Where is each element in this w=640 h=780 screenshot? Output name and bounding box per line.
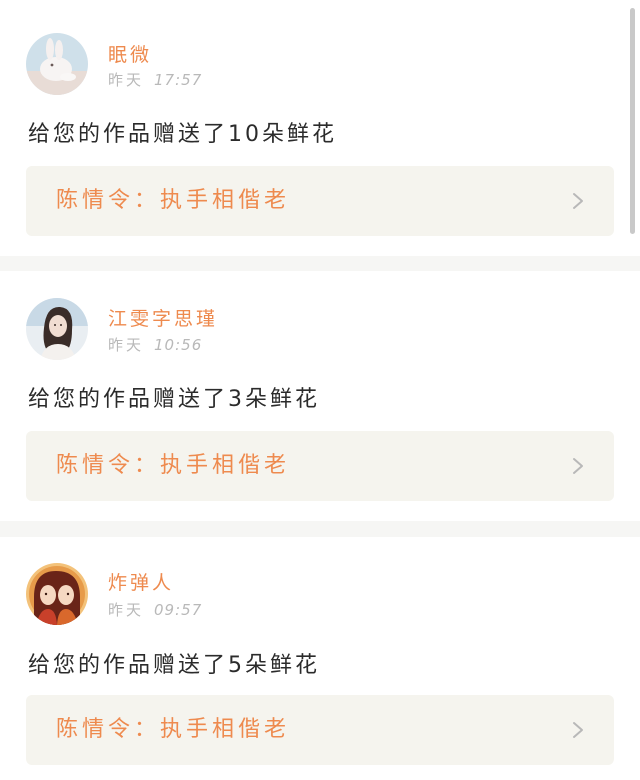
chevron-right-icon	[573, 193, 583, 209]
chevron-right-icon	[573, 458, 583, 474]
timestamp: 昨天 10:56	[108, 334, 202, 355]
username[interactable]: 眠微	[108, 40, 152, 67]
timestamp-time: 17:57	[154, 71, 203, 89]
gift-message: 给您的作品赠送了10朵鲜花	[28, 122, 337, 147]
work-title: 陈情令：执手相偕老	[56, 717, 291, 742]
timestamp-day: 昨天	[108, 601, 145, 619]
anime-avatar-image	[26, 563, 88, 625]
username[interactable]: 炸弹人	[108, 568, 174, 595]
woman-avatar-image	[26, 298, 88, 360]
timestamp-time: 09:57	[154, 601, 203, 619]
username[interactable]: 江雯字思瑾	[108, 304, 218, 331]
timestamp-day: 昨天	[108, 71, 145, 89]
timestamp: 昨天 17:57	[108, 69, 202, 90]
gift-message: 给您的作品赠送了3朵鲜花	[28, 387, 320, 412]
scrollbar[interactable]	[630, 8, 635, 234]
timestamp-day: 昨天	[108, 336, 145, 354]
notification-card: 眠微 昨天 17:57 给您的作品赠送了10朵鲜花 陈情令：执手相偕老	[0, 0, 640, 256]
notification-feed: 眠微 昨天 17:57 给您的作品赠送了10朵鲜花 陈情令：执手相偕老 江雯字思…	[0, 0, 640, 780]
user-avatar[interactable]	[26, 563, 88, 625]
work-link[interactable]: 陈情令：执手相偕老	[26, 431, 614, 501]
divider	[0, 521, 640, 537]
divider	[0, 256, 640, 271]
work-title: 陈情令：执手相偕老	[56, 188, 291, 213]
notification-card: 江雯字思瑾 昨天 10:56 给您的作品赠送了3朵鲜花 陈情令：执手相偕老	[0, 271, 640, 521]
work-link[interactable]: 陈情令：执手相偕老	[26, 166, 614, 236]
work-title: 陈情令：执手相偕老	[56, 453, 291, 478]
user-avatar[interactable]	[26, 33, 88, 95]
timestamp-time: 10:56	[154, 336, 203, 354]
work-link[interactable]: 陈情令：执手相偕老	[26, 695, 614, 765]
gift-message: 给您的作品赠送了5朵鲜花	[28, 653, 320, 678]
user-avatar[interactable]	[26, 298, 88, 360]
rabbit-avatar-image	[26, 33, 88, 95]
notification-card: 炸弹人 昨天 09:57 给您的作品赠送了5朵鲜花 陈情令：执手相偕老	[0, 537, 640, 780]
timestamp: 昨天 09:57	[108, 599, 202, 620]
chevron-right-icon	[573, 722, 583, 738]
